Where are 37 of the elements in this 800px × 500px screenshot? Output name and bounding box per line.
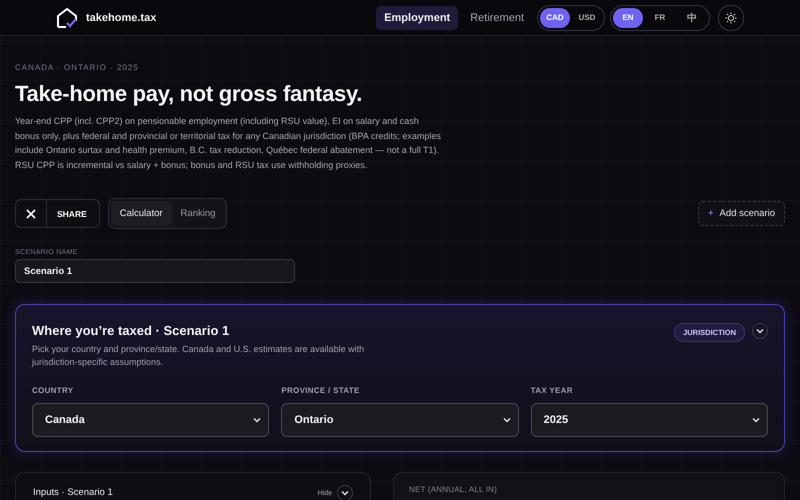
card-title: Inputs · Scenario 1 xyxy=(33,487,114,499)
select-field[interactable]: 2025 xyxy=(530,403,768,437)
chevron-down-icon xyxy=(755,326,765,336)
field-label: COUNTRY xyxy=(32,386,74,395)
select-field[interactable]: Canada xyxy=(32,403,270,437)
view-tab[interactable]: Ranking xyxy=(172,201,224,226)
share-button[interactable]: SHARE xyxy=(15,199,100,228)
field-label: TAX YEAR xyxy=(530,386,574,395)
collapse-button[interactable] xyxy=(752,323,768,339)
view-tab[interactable]: Calculator xyxy=(110,201,172,226)
add-scenario-button[interactable]: + Add scenario xyxy=(698,201,785,226)
theme-toggle-button[interactable] xyxy=(718,4,744,30)
net-label: NET (ANNUAL, ALL IN) xyxy=(409,485,498,494)
scenario-name-field[interactable]: Scenario 1 xyxy=(15,259,295,283)
currency-option[interactable]: CAD xyxy=(540,8,570,28)
chevron-down-icon xyxy=(750,415,761,425)
description-text: Year-end CPP (incl. CPP2) on pensionable employment (including RSU value), EI on salary and cash bonus only, plus federal and provincial or territorial tax for any Canadian jurisdiction (BPA credits; examples include Ontario surtax and health premium, B.C. tax reduction, Québec federal abatement — not a full T1). RSU CPP is incremental vs salary + bonus; bonus and RSU tax use withholding proxies. xyxy=(15,115,442,172)
card-title: Where you’re taxed · Scenario 1 xyxy=(32,323,230,338)
language-option[interactable]: EN xyxy=(613,8,643,28)
chevron-down-icon xyxy=(252,415,262,425)
card-description: Pick your country and province/state. Canada and U.S. estimates are available with jurisdiction-specific assumptions. xyxy=(32,343,366,369)
currency-option[interactable]: USD xyxy=(572,8,602,28)
language-option[interactable]: FR xyxy=(645,8,675,28)
select-field[interactable]: Ontario xyxy=(281,403,519,437)
collapse-button[interactable] xyxy=(337,485,353,500)
field-label: PROVINCE / STATE xyxy=(281,386,361,395)
language-option[interactable]: 中 xyxy=(677,8,707,28)
sun-icon xyxy=(725,12,737,24)
house-check-icon xyxy=(56,6,78,28)
chevron-down-icon xyxy=(502,415,512,425)
page-title: Take-home pay, not gross fantasy. xyxy=(15,81,364,107)
x-logo-icon xyxy=(26,208,36,218)
chevron-down-icon xyxy=(340,488,350,498)
nav-tab[interactable]: Retirement xyxy=(462,6,532,30)
breadcrumb-label: CANADA · ONTARIO · 2025 xyxy=(15,63,140,72)
nav-tab[interactable]: Employment xyxy=(376,6,458,30)
brand-name[interactable]: takehome.tax xyxy=(86,12,156,24)
